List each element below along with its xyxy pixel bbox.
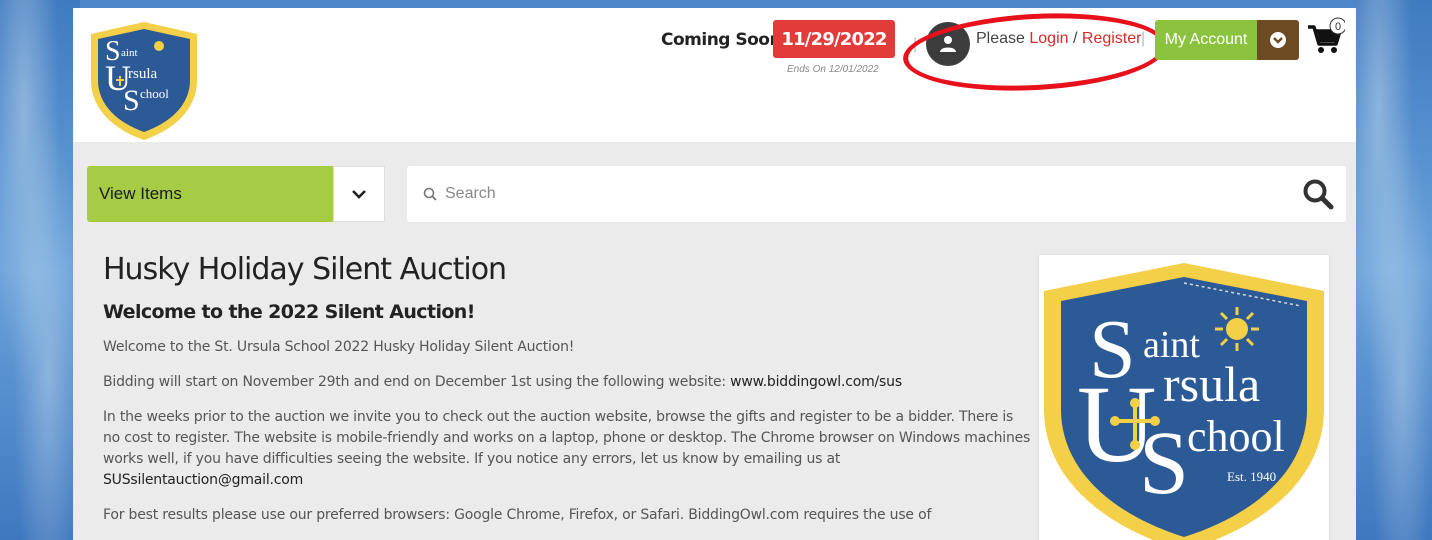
paragraph-info: In the weeks prior to the auction we inv…	[103, 407, 1033, 491]
my-account-button[interactable]: My Account	[1155, 20, 1257, 60]
please-label: Please	[976, 30, 1025, 47]
svg-text:S: S	[123, 84, 140, 117]
toolbar: View Items	[73, 142, 1356, 232]
coming-soon-label: Coming Soon	[661, 30, 782, 50]
paragraph-browsers: For best results please use our preferre…	[103, 507, 932, 523]
cart-count: 0	[1335, 21, 1341, 33]
sun-icon	[1215, 307, 1259, 351]
login-link[interactable]: Login	[1029, 30, 1068, 47]
background-left	[0, 0, 80, 540]
school-logo[interactable]: S aint U rsula S chool	[85, 18, 203, 142]
auction-description: Husky Holiday Silent Auction Welcome to …	[103, 252, 1033, 526]
paragraph-dates-text: Bidding will start on November 29th and …	[103, 374, 731, 390]
paragraph-info-text: In the weeks prior to the auction we inv…	[103, 409, 1031, 467]
search-bar	[407, 166, 1346, 222]
svg-text:S: S	[1139, 414, 1189, 513]
view-items-button[interactable]: View Items	[87, 166, 333, 222]
cart-icon[interactable]: 0	[1305, 16, 1345, 56]
search-submit-icon[interactable]	[1302, 178, 1334, 210]
school-logo-large: S aint U rsula S chool Est. 1940	[1044, 263, 1324, 540]
register-link[interactable]: Register	[1082, 30, 1142, 47]
logo-ursula: rsula	[1163, 356, 1260, 412]
divider: |	[1141, 30, 1146, 47]
website-link[interactable]: www.biddingowl.com/sus	[730, 374, 902, 390]
search-input[interactable]	[445, 174, 1265, 214]
divider: |	[913, 36, 918, 53]
logo-est: Est. 1940	[1227, 469, 1276, 484]
email-link[interactable]: SUSsilentauction@gmail.com	[103, 472, 303, 488]
slash-separator: /	[1072, 30, 1078, 47]
user-icon	[940, 36, 956, 52]
view-items-dropdown[interactable]	[333, 166, 385, 222]
paragraph-intro: Welcome to the St. Ursula School 2022 Hu…	[103, 339, 575, 355]
background-right	[1356, 0, 1432, 540]
page-subtitle: Welcome to the 2022 Silent Auction!	[103, 301, 475, 323]
svg-text:chool: chool	[140, 86, 169, 101]
user-avatar[interactable]	[926, 22, 970, 66]
circle-arrow-down-icon	[1270, 32, 1286, 48]
ends-on-label: Ends On 12/01/2022	[787, 64, 879, 75]
paragraph-dates: Bidding will start on November 29th and …	[103, 372, 1033, 393]
svg-text:rsula: rsula	[128, 66, 158, 82]
school-logo-card: S aint U rsula S chool Est. 1940	[1039, 255, 1329, 540]
logo-school: chool	[1187, 412, 1285, 461]
auction-date-badge: 11/29/2022	[773, 20, 895, 58]
search-icon	[423, 187, 437, 201]
header: S aint U rsula S chool Coming Soon 11/29…	[73, 8, 1356, 142]
page-title: Husky Holiday Silent Auction	[103, 252, 507, 287]
chevron-down-icon	[352, 190, 366, 199]
page-container: S aint U rsula S chool Coming Soon 11/29…	[73, 8, 1356, 540]
login-register: Please Login / Register	[976, 30, 1141, 48]
account-dropdown-button[interactable]	[1257, 20, 1299, 60]
